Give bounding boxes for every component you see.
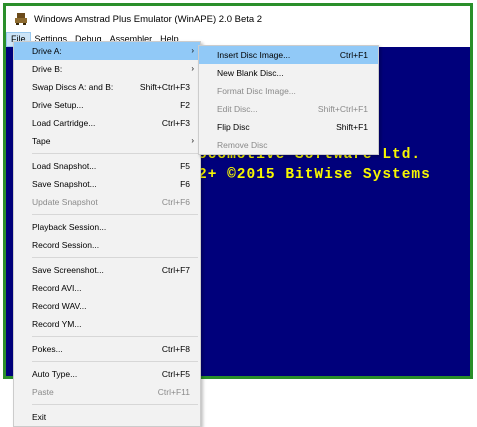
menu-item-shortcut: Ctrl+F5	[161, 369, 190, 379]
file-menu-item-drive-setup[interactable]: Drive Setup... F2	[14, 96, 200, 114]
menu-item-label: Playback Session...	[32, 222, 107, 232]
menu-item-label: Save Snapshot...	[32, 179, 97, 189]
menu-item-label: Save Screenshot...	[32, 265, 104, 275]
menu-item-shortcut: Ctrl+F3	[161, 118, 190, 128]
app-icon	[15, 13, 27, 25]
screen-text-line-2: 2+ ©2015 BitWise Systems	[198, 167, 431, 183]
menu-item-label: Exit	[32, 412, 47, 422]
menu-separator	[32, 257, 198, 258]
menu-item-shortcut: Shift+F1	[336, 122, 368, 132]
drive-menu-item-edit-disc: Edit Disc... Shift+Ctrl+F1	[199, 100, 378, 118]
file-menu-item-record-avi[interactable]: Record AVI...	[14, 279, 200, 297]
menu-item-shortcut: Ctrl+F8	[161, 344, 190, 354]
drive-menu-item-flip-disc[interactable]: Flip Disc Shift+F1	[199, 118, 378, 136]
chevron-right-icon: ›	[191, 64, 194, 73]
menu-item-label: Record YM...	[32, 319, 82, 329]
file-menu-item-record-ym[interactable]: Record YM...	[14, 315, 200, 333]
menu-item-label: Drive Setup...	[32, 100, 84, 110]
menu-item-label: Flip Disc	[217, 122, 250, 132]
menu-item-label: Record AVI...	[32, 283, 82, 293]
menu-item-shortcut: Ctrl+F7	[161, 265, 190, 275]
window-title: Windows Amstrad Plus Emulator (WinAPE) 2…	[34, 13, 263, 25]
chevron-right-icon: ›	[191, 46, 194, 55]
menu-separator	[32, 153, 198, 154]
menu-separator	[32, 404, 198, 405]
file-menu-item-tape[interactable]: Tape ›	[14, 132, 200, 150]
file-menu-item-drive-b[interactable]: Drive B: ›	[14, 60, 200, 78]
menu-item-label: Edit Disc...	[217, 104, 258, 114]
menu-item-shortcut: F2	[180, 100, 190, 110]
file-menu-item-drive-a[interactable]: Drive A: ›	[14, 42, 200, 60]
title-bar: Windows Amstrad Plus Emulator (WinAPE) 2…	[6, 6, 470, 32]
menu-item-label: Update Snapshot	[32, 197, 98, 207]
menu-item-label: Drive B:	[32, 64, 63, 74]
menu-item-label: Load Cartridge...	[32, 118, 96, 128]
menu-item-label: Record WAV...	[32, 301, 87, 311]
file-menu-item-save-screenshot[interactable]: Save Screenshot... Ctrl+F7	[14, 261, 200, 279]
menu-item-label: Swap Discs A: and B:	[32, 82, 114, 92]
file-menu-item-auto-type[interactable]: Auto Type... Ctrl+F5	[14, 365, 200, 383]
menu-item-label: Tape	[32, 136, 51, 146]
menu-item-label: New Blank Disc...	[217, 68, 284, 78]
menu-item-label: Record Session...	[32, 240, 100, 250]
menu-item-label: Insert Disc Image...	[217, 50, 291, 60]
file-menu: Drive A: › Drive B: › Swap Discs A: and B: Sh…	[13, 41, 201, 427]
menu-item-label: Drive A:	[32, 46, 62, 56]
drive-menu-item-format-disc-image: Format Disc Image...	[199, 82, 378, 100]
menu-item-shortcut: F5	[180, 161, 190, 171]
menu-item-label: Format Disc Image...	[217, 86, 296, 96]
file-menu-item-exit[interactable]: Exit	[14, 408, 200, 426]
menu-separator	[32, 214, 198, 215]
menu-item-label: Remove Disc	[217, 140, 268, 150]
file-menu-item-swap-discs-a-and-b[interactable]: Swap Discs A: and B: Shift+Ctrl+F3	[14, 78, 200, 96]
menu-item-shortcut: Shift+Ctrl+F1	[317, 104, 368, 114]
drive-menu-item-insert-disc-image[interactable]: Insert Disc Image... Ctrl+F1	[199, 46, 378, 64]
drive-a-submenu: Insert Disc Image... Ctrl+F1 New Blank Dis…	[198, 45, 379, 155]
menu-item-label: Auto Type...	[32, 369, 78, 379]
file-menu-item-update-snapshot: Update Snapshot Ctrl+F6	[14, 193, 200, 211]
file-menu-item-paste: Paste Ctrl+F11	[14, 383, 200, 401]
menu-item-label: Load Snapshot...	[32, 161, 97, 171]
file-menu-item-playback-session[interactable]: Playback Session...	[14, 218, 200, 236]
menu-item-shortcut: Shift+Ctrl+F3	[139, 82, 190, 92]
file-menu-item-load-cartridge[interactable]: Load Cartridge... Ctrl+F3	[14, 114, 200, 132]
menu-item-shortcut: Ctrl+F6	[161, 197, 190, 207]
chevron-right-icon: ›	[191, 136, 194, 145]
drive-menu-item-remove-disc: Remove Disc	[199, 136, 378, 154]
file-menu-item-record-session[interactable]: Record Session...	[14, 236, 200, 254]
menu-item-label: Paste	[32, 387, 54, 397]
menu-item-shortcut: Ctrl+F11	[157, 387, 190, 397]
menu-separator	[32, 336, 198, 337]
menu-item-shortcut: F6	[180, 179, 190, 189]
menu-item-shortcut: Ctrl+F1	[339, 50, 368, 60]
file-menu-item-record-wav[interactable]: Record WAV...	[14, 297, 200, 315]
menu-item-label: Pokes...	[32, 344, 63, 354]
file-menu-item-load-snapshot[interactable]: Load Snapshot... F5	[14, 157, 200, 175]
drive-menu-item-new-blank-disc[interactable]: New Blank Disc...	[199, 64, 378, 82]
menu-separator	[32, 361, 198, 362]
file-menu-item-pokes[interactable]: Pokes... Ctrl+F8	[14, 340, 200, 358]
file-menu-item-save-snapshot[interactable]: Save Snapshot... F6	[14, 175, 200, 193]
